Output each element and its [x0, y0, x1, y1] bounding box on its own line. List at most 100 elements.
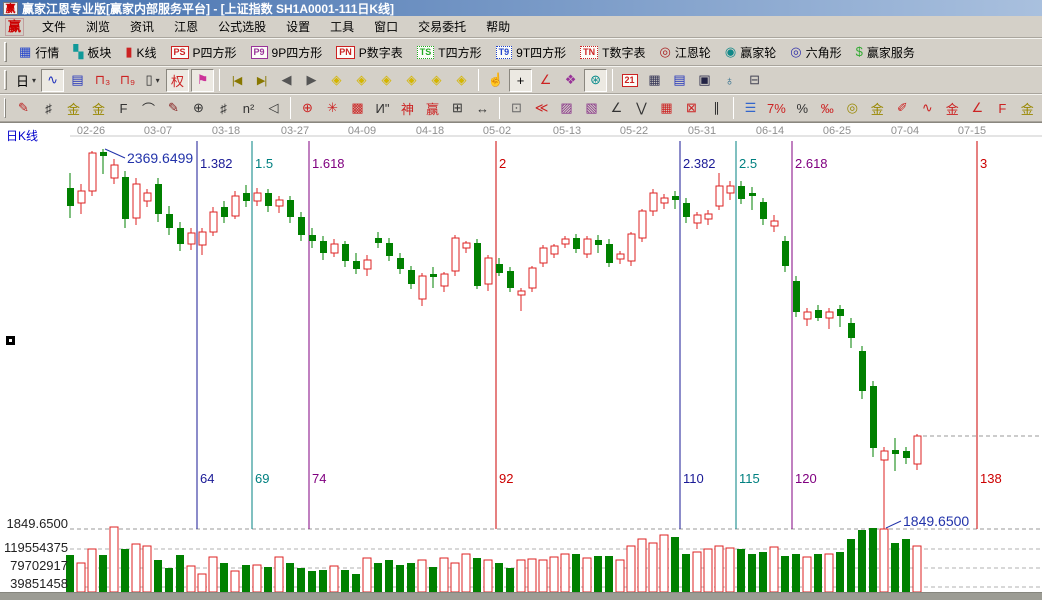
vee-lines-button[interactable]: ⋁ [630, 97, 653, 120]
memo-button[interactable]: ▤ [668, 69, 691, 92]
menu-item[interactable]: 资讯 [120, 16, 164, 37]
t-number-table-button[interactable]: TN T数字表 [574, 41, 651, 64]
grid-lines-button[interactable]: ♯ [37, 97, 60, 120]
step9-chart-button[interactable]: ⊓₉ [116, 69, 139, 92]
gold-circle-button[interactable]: ◎ [841, 97, 864, 120]
hexagon-button[interactable]: ◎ 六角形 [784, 41, 847, 64]
gold-lines-button[interactable]: 金 [866, 97, 889, 120]
red-grid-button[interactable]: ▦ [655, 97, 678, 120]
gann-compress-button[interactable]: ◈ [400, 69, 423, 92]
number-grid-button[interactable]: ⊞ [446, 97, 469, 120]
pen-flag-button[interactable]: ✐ [891, 97, 914, 120]
parallel-lines-button[interactable]: ∥ [705, 97, 728, 120]
percent-button[interactable]: % [791, 97, 814, 120]
permille-button[interactable]: ‰ [816, 97, 839, 120]
star-rays-button[interactable]: ✳ [321, 97, 344, 120]
brush-tool-button[interactable]: ✎ [162, 97, 185, 120]
next-bar-button[interactable]: ▶ [300, 69, 323, 92]
spider-web-button[interactable]: ▩ [346, 97, 369, 120]
toolbar-grip[interactable] [4, 70, 7, 90]
nine-p-square-button[interactable]: P9 9P四方形 [245, 41, 329, 64]
toolbar-grip[interactable] [4, 42, 7, 62]
toolbar-grip[interactable] [4, 98, 6, 118]
gold-angle-button[interactable]: 金 [1016, 97, 1039, 120]
menu-item[interactable]: 帮助 [476, 16, 520, 37]
volume-scale-label: 79702917 [10, 558, 68, 573]
f10-info-button[interactable]: ▤ [66, 69, 89, 92]
analysis-brain-button[interactable]: ⊛ [584, 68, 608, 92]
j-angle-button[interactable]: ∠ [966, 97, 989, 120]
sectors-button[interactable]: ▚ 板块 [67, 41, 117, 64]
crosshair-tool-button[interactable]: + [509, 68, 533, 92]
p-number-table-button[interactable]: PN P数字表 [330, 41, 409, 64]
volume-pane-button[interactable]: ⚑ [191, 68, 215, 92]
last-bar-button[interactable]: ▶| [250, 69, 273, 92]
fan-rays-button[interactable]: ≪ [530, 97, 553, 120]
bottom-scrollbar[interactable] [0, 592, 1042, 600]
extend-tool-button[interactable]: ↔ [471, 97, 494, 120]
menu-item[interactable]: 工具 [320, 16, 364, 37]
zigzag-wave-button[interactable]: И" [371, 97, 394, 120]
menu-item[interactable]: 交易委托 [408, 16, 476, 37]
gold-grid-button[interactable]: 金 [62, 97, 85, 120]
print-button[interactable]: ⊟ [743, 69, 766, 92]
square-number-button[interactable]: n² [237, 97, 260, 120]
nine-t-square-button[interactable]: T9 9T四方形 [490, 41, 573, 64]
box-frame-button[interactable]: ⊡ [505, 97, 528, 120]
selection-handle[interactable] [6, 336, 15, 345]
steps-button[interactable]: ☰ [739, 97, 762, 120]
kline-button[interactable]: ▮ K线 [119, 41, 162, 64]
time-circle-button[interactable]: ⊕ [187, 97, 210, 120]
p-square-button[interactable]: PS P四方形 [165, 41, 243, 64]
hand-tool-button[interactable]: ☝ [484, 69, 507, 92]
menu-item[interactable]: 窗口 [364, 16, 408, 37]
gold-grid2-button[interactable]: 金 [87, 97, 110, 120]
gann-shift-left-button[interactable]: ◈ [325, 69, 348, 92]
gann-center-button[interactable]: ◈ [450, 69, 473, 92]
candle-style-combo[interactable]: ▯ ▾ [141, 69, 164, 92]
gann-wheel-button[interactable]: ◎ 江恩轮 [654, 41, 717, 64]
angle-lines-button[interactable]: ∠ [605, 97, 628, 120]
draw-pen-button[interactable]: ✎ [12, 97, 35, 120]
gann-fit-button[interactable]: ◈ [425, 69, 448, 92]
fill-box-button[interactable]: ▧ [580, 97, 603, 120]
gann-box-tool-button[interactable]: ❖ [559, 69, 582, 92]
quotes-button[interactable]: ▦ 行情 [13, 41, 65, 64]
menu-item[interactable]: 浏览 [76, 16, 120, 37]
gold-red-button[interactable]: 金 [941, 97, 964, 120]
shen-grid-button[interactable]: 神 [396, 97, 419, 120]
prev-bar-button[interactable]: ◀ [275, 69, 298, 92]
winner-wheel-button[interactable]: ◉ 赢家轮 [719, 41, 782, 64]
first-bar-button[interactable]: |◀ [225, 69, 248, 92]
shen-grid-icon: 神 [400, 101, 414, 117]
red-grid-box-button[interactable]: ⊠ [680, 97, 703, 120]
winner-service-button[interactable]: $ 赢家服务 [850, 41, 921, 64]
f-grid-button[interactable]: F [112, 97, 135, 120]
f-angle-button[interactable]: F [991, 97, 1014, 120]
gann-expand-button[interactable]: ◈ [375, 69, 398, 92]
rights-adjust-button[interactable]: 权 [166, 68, 190, 92]
menu-item[interactable]: 江恩 [164, 16, 208, 37]
angle-fan-button[interactable]: ◁ [262, 97, 285, 120]
wave-button[interactable]: ∿ [916, 97, 939, 120]
calendar-button[interactable]: 21 [618, 69, 641, 92]
grid2-button[interactable]: ♯ [212, 97, 235, 120]
candlestick-chart[interactable] [0, 123, 1042, 600]
calculator-button[interactable]: ▦ [643, 69, 666, 92]
arc-tool-button[interactable]: ⌒ [137, 97, 160, 120]
period-day-combo[interactable]: 日 ▾ [13, 69, 39, 92]
save-button[interactable]: ▣ [693, 69, 716, 92]
hatch-box-button[interactable]: ▨ [555, 97, 578, 120]
step3-chart-button[interactable]: ⊓₃ [91, 69, 114, 92]
network-button[interactable]: ♁ [718, 69, 741, 92]
angle-ruler-button[interactable]: ∠ [534, 69, 557, 92]
menu-item[interactable]: 文件 [32, 16, 76, 37]
percent7-button[interactable]: 7% [764, 97, 789, 120]
menu-item[interactable]: 设置 [276, 16, 320, 37]
gann-circle-button[interactable]: ⊕ [296, 97, 319, 120]
gann-shift-right-button[interactable]: ◈ [350, 69, 373, 92]
chart-style-button[interactable]: ∿ [41, 68, 65, 92]
menu-item[interactable]: 公式选股 [208, 16, 276, 37]
ying-grid-button[interactable]: 赢 [421, 97, 444, 120]
t-square-button[interactable]: TS T四方形 [411, 41, 488, 64]
